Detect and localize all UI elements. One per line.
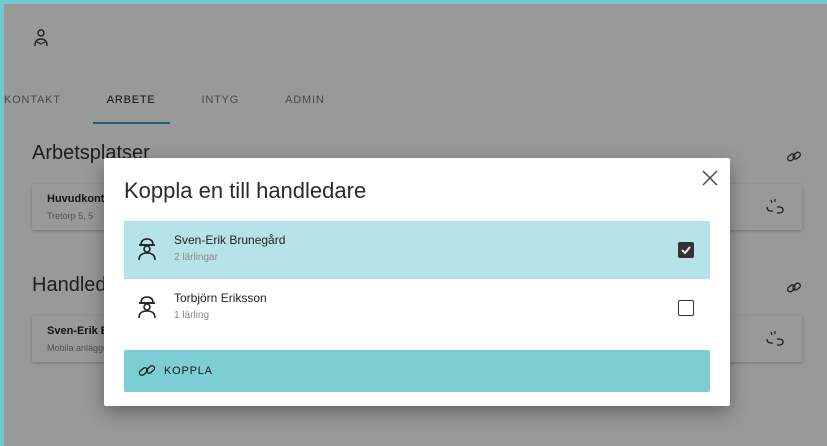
close-icon[interactable] bbox=[700, 168, 720, 188]
select-checkbox[interactable] bbox=[678, 300, 694, 316]
dialog-title: Koppla en till handledare bbox=[124, 178, 367, 203]
link-icon bbox=[138, 365, 156, 376]
handledare-row[interactable]: Sven-Erik Brunegård 2 lärlingar bbox=[124, 221, 710, 279]
koppla-dialog: Koppla en till handledare Sven-Erik Brun… bbox=[104, 158, 730, 406]
koppla-button-label: KOPPLA bbox=[164, 365, 213, 377]
handledare-count: 2 lärlingar bbox=[174, 252, 218, 263]
handledare-name: Torbjörn Eriksson bbox=[174, 291, 267, 305]
handledare-row[interactable]: Torbjörn Eriksson 1 lärling bbox=[124, 279, 710, 337]
worker-icon bbox=[138, 238, 156, 261]
checkmark-icon bbox=[681, 246, 691, 255]
handledare-name: Sven-Erik Brunegård bbox=[174, 233, 286, 247]
worker-icon bbox=[138, 296, 156, 319]
koppla-button[interactable]: KOPPLA bbox=[124, 350, 710, 392]
app-frame: KONTAKT ARBETE INTYG ADMIN Arbetsplatser… bbox=[4, 4, 827, 446]
handledare-count: 1 lärling bbox=[174, 310, 210, 321]
select-checkbox[interactable] bbox=[678, 242, 694, 258]
